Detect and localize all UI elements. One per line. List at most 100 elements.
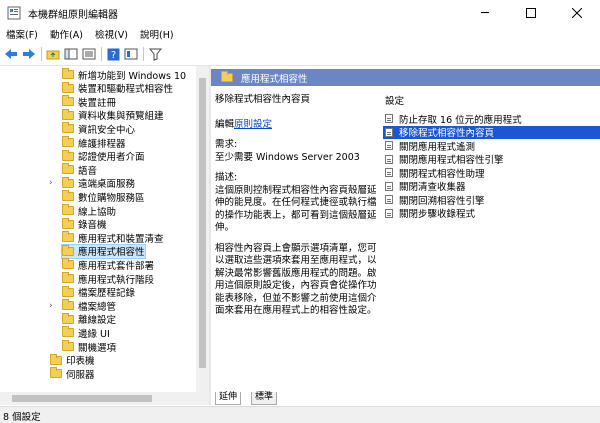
setting-row[interactable]: 關閉回溯相容性引擎 [383, 193, 600, 207]
help-button[interactable]: ? [105, 46, 121, 62]
show-tree-button[interactable] [63, 46, 79, 62]
setting-label: 防止存取 16 位元的應用程式 [399, 114, 522, 126]
tree-item[interactable]: 線上協助 [62, 204, 116, 218]
folder-icon [62, 326, 74, 338]
settings-column-header[interactable]: 設定 [385, 93, 600, 107]
back-button[interactable] [3, 46, 19, 62]
filter-button[interactable] [147, 46, 163, 62]
folder-icon [62, 244, 74, 256]
tree-item[interactable]: 應用程式執行階段 [62, 272, 154, 286]
tree-item[interactable]: › 檔案總管 [49, 299, 117, 313]
tree-item[interactable]: 錄音機 [62, 217, 107, 231]
tree-item-label: 語音 [78, 165, 98, 177]
tree-item[interactable]: 關機選項 [62, 340, 116, 354]
console-tree-icon [64, 48, 78, 60]
tree-item-label: 裝置註冊 [78, 97, 117, 109]
tree-item[interactable]: 印表機 [50, 353, 95, 368]
tree-item[interactable]: 應用程式套件部署 [62, 258, 154, 272]
menu-file[interactable]: 檔案(F) [6, 27, 38, 41]
folder-icon [62, 299, 74, 311]
up-folder-button[interactable] [45, 46, 61, 62]
menu-help[interactable]: 說明(H) [140, 27, 174, 41]
menu-view[interactable]: 檢視(V) [95, 27, 128, 41]
minimize-button[interactable]: ─ [462, 0, 508, 26]
up-folder-icon [46, 50, 60, 60]
tree-item[interactable]: 認證使用者介面 [62, 149, 145, 163]
folder-icon [221, 71, 233, 82]
setting-label: 關閉應用程式遙測 [399, 141, 476, 153]
folder-icon [62, 81, 74, 93]
tree-item-label: 遠端桌面服務 [78, 179, 136, 191]
setting-row[interactable]: 關閉應用程式遙測 [383, 139, 600, 153]
close-button[interactable] [554, 0, 600, 26]
scroll-corner [196, 392, 209, 405]
requirements: 需求: 至少需要 Windows Server 2003 [215, 139, 381, 164]
policy-title: 移除程式相容性內容頁 [215, 94, 311, 105]
tree-item[interactable]: 資訊安全中心 [62, 122, 136, 136]
tree-item[interactable]: › 遠端桌面服務 [49, 176, 136, 191]
tree-item[interactable]: 數位購物服務區 [62, 190, 145, 204]
chevron-right-icon[interactable]: › [49, 178, 53, 188]
tree-item[interactable]: 新增功能到 Windows 10 [62, 68, 186, 82]
setting-row[interactable]: 防止存取 16 位元的應用程式 [383, 112, 600, 126]
tree-item-label: 印表機 [66, 356, 95, 368]
setting-row[interactable]: 關閉應用程式相容性引擎 [383, 153, 600, 166]
tree-vertical-scrollbar[interactable] [196, 66, 209, 392]
tree-item[interactable]: 資料收集與預覽組建 [62, 108, 164, 123]
policy-setting-icon [385, 154, 393, 164]
tree-item[interactable]: 應用程式相容性 [61, 243, 146, 259]
setting-row[interactable]: 關閉步驟收錄程式 [383, 207, 600, 221]
back-arrow-icon [5, 49, 17, 59]
tree-item-label: 伺服器 [66, 369, 95, 381]
tree-item[interactable]: 離線設定 [62, 312, 116, 326]
properties-button[interactable] [123, 46, 139, 62]
tree-item[interactable]: 語音 [62, 163, 98, 177]
maximize-button[interactable] [508, 0, 554, 26]
tree-item[interactable]: 裝置註冊 [62, 95, 117, 109]
folder-icon [62, 285, 74, 297]
menu-action[interactable]: 動作(A) [50, 27, 83, 41]
forward-button[interactable] [21, 46, 37, 62]
setting-row[interactable]: 關閉程式相容性助理 [383, 166, 600, 180]
folder-icon [62, 272, 74, 283]
settings-list: 設定 防止存取 16 位元的應用程式 移除程式相容性內容頁關閉應用程式遙測 關閉應用… [383, 92, 600, 220]
requirements-value: 至少需要 Windows Server 2003 [215, 151, 360, 163]
toolbar-separator [41, 47, 42, 61]
tree-item[interactable]: 邊緣 UI [62, 326, 110, 340]
chevron-right-icon[interactable]: › [49, 301, 53, 311]
tree-item-label: 裝置和驅動程式相容性 [78, 84, 174, 96]
tree-item[interactable]: 伺服器 [50, 367, 95, 381]
tree-item-label: 數位購物服務區 [78, 192, 145, 204]
folder-icon [62, 163, 74, 175]
setting-row[interactable]: 移除程式相容性內容頁 [383, 125, 600, 139]
policy-setting-icon [385, 114, 393, 124]
setting-row[interactable]: 關閉清查收集器 [383, 180, 600, 193]
setting-label: 關閉步驟收錄程式 [399, 209, 476, 221]
policy-setting-icon [385, 168, 393, 178]
tree-horizontal-scrollbar[interactable] [0, 392, 196, 405]
tab-standard[interactable]: 標準 [251, 392, 278, 405]
tree-hscroll-thumb[interactable] [12, 395, 152, 402]
tree-item-label: 檔案總管 [78, 301, 117, 313]
title-bar: 本機群組原則編輯器 ─ [0, 0, 600, 26]
edit-policy-link[interactable]: 原則設定 [234, 119, 272, 130]
folder-icon [62, 149, 74, 161]
tree-scroll-thumb[interactable] [199, 78, 206, 368]
tree-item[interactable]: 裝置和驅動程式相容性 [62, 81, 174, 96]
tree-item[interactable]: 維護排程器 [62, 136, 126, 150]
folder-icon [62, 95, 74, 107]
tree-item-label: 資訊安全中心 [78, 124, 136, 136]
export-list-button[interactable] [81, 46, 97, 62]
window-title: 本機群組原則編輯器 [28, 10, 118, 21]
folder-icon [62, 136, 74, 147]
close-icon [572, 8, 582, 18]
tree-item-label: 維護排程器 [78, 138, 126, 150]
policy-description: 移除程式相容性內容頁 編輯原則設定 需求: 至少需要 Windows Serve… [215, 92, 381, 326]
folder-icon [62, 217, 74, 229]
tree-item[interactable]: 應用程式和裝置清查 [62, 231, 164, 245]
folder-icon [62, 176, 74, 188]
folder-icon [62, 204, 74, 215]
tree-item[interactable]: 檔案歷程記錄 [62, 285, 135, 299]
tab-extended[interactable]: 延伸 [215, 392, 242, 405]
tree-item-label: 資料收集與預覽組建 [78, 111, 164, 123]
